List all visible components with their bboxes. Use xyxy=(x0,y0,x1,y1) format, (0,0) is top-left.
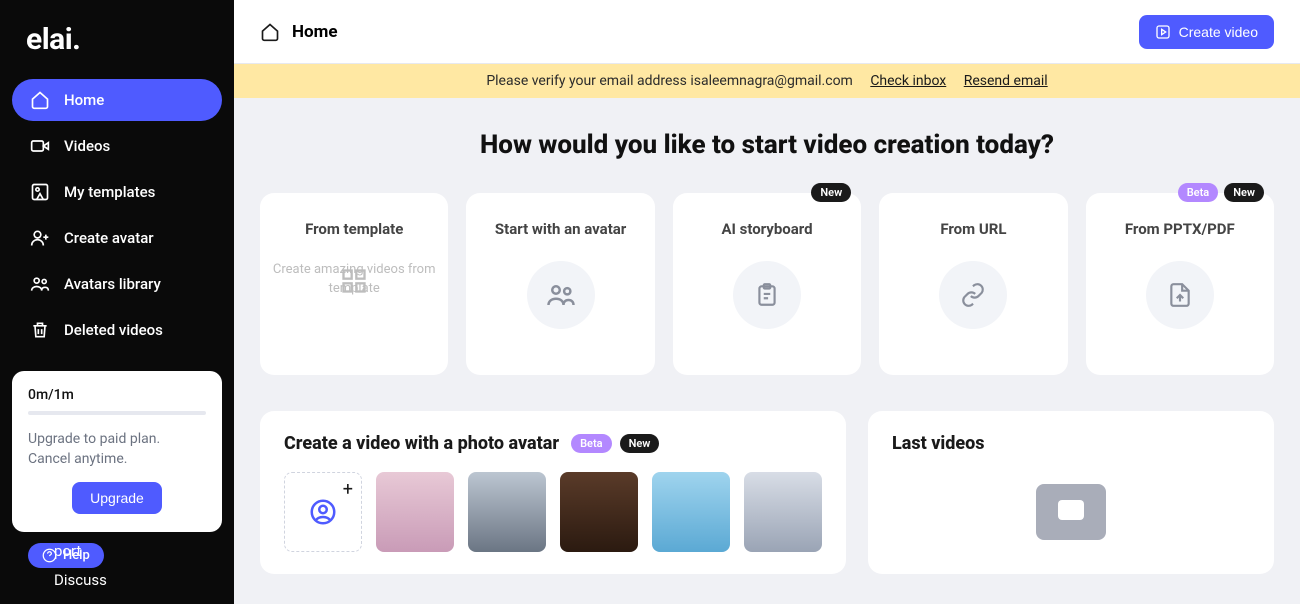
sidebar-item-label: Home xyxy=(64,91,104,109)
sidebar-item-videos[interactable]: Videos xyxy=(12,125,222,167)
page-title: Home xyxy=(292,22,338,42)
usage-bar xyxy=(28,411,206,415)
card-title: Start with an avatar xyxy=(495,219,626,239)
beta-badge: Beta xyxy=(1178,183,1219,202)
sidebar-item-create-avatar[interactable]: Create avatar xyxy=(12,217,222,259)
create-video-button[interactable]: Create video xyxy=(1139,15,1274,49)
card-from-url[interactable]: From URL xyxy=(879,193,1067,375)
sidebar-item-deleted[interactable]: Deleted videos xyxy=(12,309,222,351)
video-icon xyxy=(30,136,50,156)
sidebar-item-label: Create avatar xyxy=(64,229,154,247)
card-title: From template xyxy=(305,219,403,239)
user-circle-icon xyxy=(308,497,338,527)
file-upload-icon xyxy=(1167,282,1193,308)
section-title: Last videos xyxy=(892,433,1250,454)
verify-text: Please verify your email address isaleem… xyxy=(486,73,853,89)
last-videos-section: Last videos xyxy=(868,411,1274,574)
add-user-icon xyxy=(30,228,50,248)
sidebar-item-support[interactable]: port xyxy=(54,537,107,566)
card-title: From PPTX/PDF xyxy=(1125,219,1235,239)
verify-email-banner: Please verify your email address isaleem… xyxy=(234,64,1300,98)
sidebar-item-templates[interactable]: My templates xyxy=(12,171,222,213)
avatar-option-5[interactable] xyxy=(744,472,822,552)
sidebar-item-avatars-library[interactable]: Avatars library xyxy=(12,263,222,305)
users-icon xyxy=(30,274,50,294)
upgrade-button[interactable]: Upgrade xyxy=(72,482,162,514)
check-inbox-link[interactable]: Check inbox xyxy=(870,73,946,89)
home-icon xyxy=(260,22,280,42)
avatar-option-2[interactable] xyxy=(468,472,546,552)
home-icon xyxy=(30,90,50,110)
avatar-option-3[interactable] xyxy=(560,472,638,552)
card-ai-storyboard[interactable]: New AI storyboard xyxy=(673,193,861,375)
sidebar-item-discuss[interactable]: Discuss xyxy=(54,566,107,595)
sidebar-item-label: Videos xyxy=(64,137,110,155)
photo-avatar-section: Create a video with a photo avatar Beta … xyxy=(260,411,846,574)
new-badge: New xyxy=(1224,183,1264,202)
brand-logo: elai. xyxy=(26,22,222,57)
create-video-label: Create video xyxy=(1179,24,1258,40)
grid-icon xyxy=(340,267,368,295)
usage-card: 0m/1m Upgrade to paid plan. Cancel anyti… xyxy=(12,371,222,532)
trash-icon xyxy=(30,320,50,340)
new-badge: New xyxy=(811,183,851,202)
card-title: AI storyboard xyxy=(721,219,812,239)
link-icon xyxy=(960,282,986,308)
card-from-template[interactable]: From template Create amazing videos from… xyxy=(260,193,448,375)
resend-email-link[interactable]: Resend email xyxy=(964,73,1048,89)
avatar-option-1[interactable] xyxy=(376,472,454,552)
play-add-icon xyxy=(1155,24,1171,40)
usage-desc: Upgrade to paid plan. Cancel anytime. xyxy=(28,429,206,470)
sidebar-item-label: Deleted videos xyxy=(64,321,163,339)
beta-badge: Beta xyxy=(571,434,612,453)
add-photo-avatar[interactable]: + xyxy=(284,472,362,552)
empty-videos-icon xyxy=(1036,484,1106,540)
card-from-pptx-pdf[interactable]: Beta New From PPTX/PDF xyxy=(1086,193,1274,375)
sidebar-item-label: My templates xyxy=(64,183,155,201)
avatar-option-4[interactable] xyxy=(652,472,730,552)
templates-icon xyxy=(30,182,50,202)
sidebar-item-home[interactable]: Home xyxy=(12,79,222,121)
plus-icon: + xyxy=(343,479,353,500)
card-title: From URL xyxy=(940,219,1006,239)
clipboard-icon xyxy=(754,282,780,308)
headline: How would you like to start video creati… xyxy=(260,128,1274,163)
section-title: Create a video with a photo avatar xyxy=(284,433,559,454)
sidebar-item-label: Avatars library xyxy=(64,275,161,293)
usage-value: 0m/1m xyxy=(28,387,206,403)
users-icon xyxy=(546,280,576,310)
card-start-avatar[interactable]: Start with an avatar xyxy=(466,193,654,375)
new-badge: New xyxy=(620,434,660,453)
